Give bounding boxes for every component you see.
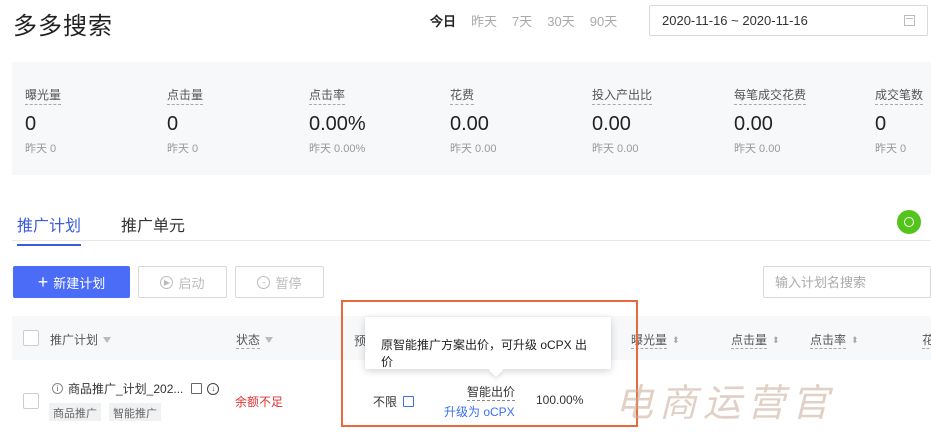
stat-ctr: 点击率 0.00% 昨天 0.00% (309, 86, 451, 156)
stat-yesterday: 昨天 0 (875, 143, 907, 155)
date-tab-90days[interactable]: 90天 (590, 11, 617, 30)
filter-icon[interactable] (265, 337, 274, 343)
select-all-checkbox[interactable] (23, 330, 39, 346)
download-icon[interactable]: ↓ (207, 382, 220, 395)
th-impressions[interactable]: 曝光量 ⬍ (631, 331, 680, 349)
stat-impressions: 曝光量 0 昨天 0 (25, 86, 167, 156)
th-plan[interactable]: 推广计划 (50, 331, 112, 348)
plan-name-cell: i 商品推广_计划_202... ↓ (52, 380, 220, 397)
minus-circle-icon: − (257, 275, 271, 289)
edit-icon[interactable] (191, 383, 203, 394)
stat-value: 0.00 (734, 113, 773, 135)
plan-search[interactable] (763, 266, 931, 298)
row-checkbox[interactable] (23, 393, 39, 409)
tag-smart: 智能推广 (109, 403, 161, 421)
bid-tooltip: 原智能推广方案出价，可升级 oCPX 出价 (365, 317, 611, 369)
sort-icon[interactable]: ⬍ (672, 335, 680, 346)
date-tab-7days[interactable]: 7天 (512, 11, 532, 30)
sort-icon[interactable]: ⬍ (772, 335, 780, 346)
sort-icon[interactable]: ⬍ (851, 335, 859, 346)
stat-label[interactable]: 曝光量 (25, 86, 62, 105)
pause-label: 暂停 (275, 275, 302, 291)
search-input[interactable] (775, 275, 925, 290)
th-ctr[interactable]: 点击率 ⬍ (810, 331, 859, 349)
stat-yesterday: 昨天 0.00% (309, 143, 366, 155)
date-range-picker[interactable]: 2020-11-16 ~ 2020-11-16 (649, 5, 928, 36)
th-cost[interactable]: 花 (922, 331, 931, 349)
tab-units[interactable]: 推广单元 (121, 212, 185, 244)
stat-value: 0 (875, 113, 887, 135)
date-range-value: 2020-11-16 ~ 2020-11-16 (662, 13, 808, 28)
th-status[interactable]: 状态 (236, 331, 274, 349)
stat-clicks: 点击量 0 昨天 0 (167, 86, 309, 156)
filter-icon[interactable] (103, 336, 112, 343)
stat-yesterday: 昨天 0.00 (592, 143, 639, 155)
tag-product: 商品推广 (49, 403, 101, 421)
page-title: 多多搜索 (13, 13, 113, 40)
start-button[interactable]: ▶ 启动 (138, 266, 227, 298)
stat-yesterday: 昨天 0.00 (734, 143, 781, 155)
info-icon: i (52, 383, 63, 394)
stat-value: 0.00 (592, 113, 631, 135)
status-badge: 余额不足 (235, 395, 284, 409)
stat-label[interactable]: 点击量 (167, 86, 204, 105)
calendar-icon (904, 15, 915, 26)
th-ctr-label: 点击率 (810, 333, 847, 349)
stats-panel: 曝光量 0 昨天 0 点击量 0 昨天 0 点击率 0.00% 昨天 0.00%… (12, 62, 931, 175)
stat-cost: 花费 0.00 昨天 0.00 (450, 86, 592, 156)
th-cost-label: 花 (922, 331, 931, 349)
watermark: 电商运营官 (615, 381, 836, 425)
play-icon: ▶ (160, 275, 174, 289)
stat-cost-per-order: 每笔成交花费 0.00 昨天 0.00 (734, 86, 876, 156)
stat-value: 0 (167, 113, 179, 135)
stat-value: 0.00% (309, 113, 366, 135)
new-plan-button[interactable]: + 新建计划 (13, 266, 130, 298)
th-clicks[interactable]: 点击量 ⬍ (731, 331, 780, 349)
date-tab-30days[interactable]: 30天 (547, 11, 574, 30)
plus-icon: + (37, 272, 49, 292)
stat-label[interactable]: 点击率 (309, 86, 346, 105)
stat-yesterday: 昨天 0 (167, 143, 199, 155)
stat-roi: 投入产出比 0.00 昨天 0.00 (592, 86, 734, 156)
new-plan-label: 新建计划 (53, 275, 106, 291)
stat-label[interactable]: 花费 (450, 86, 475, 105)
tab-plans[interactable]: 推广计划 (17, 212, 82, 246)
th-plan-label: 推广计划 (50, 333, 99, 347)
stat-label[interactable]: 投入产出比 (592, 86, 653, 105)
date-tab-today[interactable]: 今日 (430, 11, 456, 30)
stat-yesterday: 昨天 0.00 (450, 143, 497, 155)
stat-value: 0.00 (450, 113, 489, 135)
stat-value: 0 (25, 113, 37, 135)
help-icon[interactable] (897, 210, 921, 234)
date-tab-yesterday[interactable]: 昨天 (471, 11, 497, 30)
th-clicks-label: 点击量 (731, 333, 768, 349)
stat-yesterday: 昨天 0 (25, 143, 57, 155)
stat-label[interactable]: 每笔成交花费 (734, 86, 807, 105)
pause-button[interactable]: − 暂停 (235, 266, 324, 298)
stat-label[interactable]: 成交笔数 (875, 86, 924, 105)
plan-name-text[interactable]: 商品推广_计划_202... (68, 380, 183, 397)
tab-bar: 推广计划 推广单元 (12, 208, 931, 246)
stat-orders: 成交笔数 0 昨天 0 (875, 86, 931, 156)
date-range-tabs: 今日 昨天 7天 30天 90天 (430, 11, 632, 30)
start-label: 启动 (178, 275, 205, 291)
th-status-label: 状态 (236, 333, 261, 349)
